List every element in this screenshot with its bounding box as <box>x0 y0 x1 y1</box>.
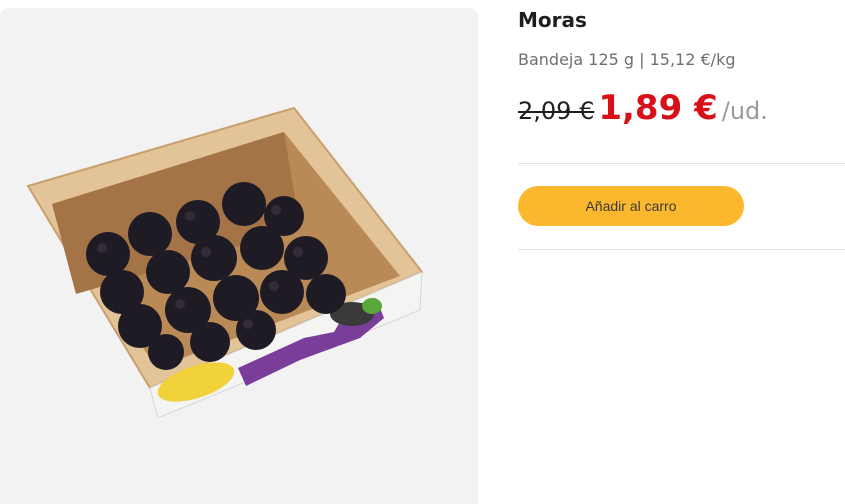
product-title: Moras <box>518 8 587 32</box>
product-page: Moras Bandeja 125 g | 15,12 €/kg 2,09 € … <box>0 0 845 504</box>
add-to-cart-button[interactable]: Añadir al carro <box>518 186 744 226</box>
old-price: 2,09 € <box>518 97 595 125</box>
price-unit: /ud. <box>721 97 768 125</box>
product-packaging: Bandeja 125 g | 15,12 €/kg <box>518 50 736 69</box>
product-image-panel <box>0 8 478 504</box>
blackberries-tray-image <box>26 106 424 419</box>
price-row: 2,09 € 1,89 € /ud. <box>518 88 768 132</box>
sale-price: 1,89 € <box>598 88 718 128</box>
divider <box>518 163 845 164</box>
divider <box>518 249 845 250</box>
